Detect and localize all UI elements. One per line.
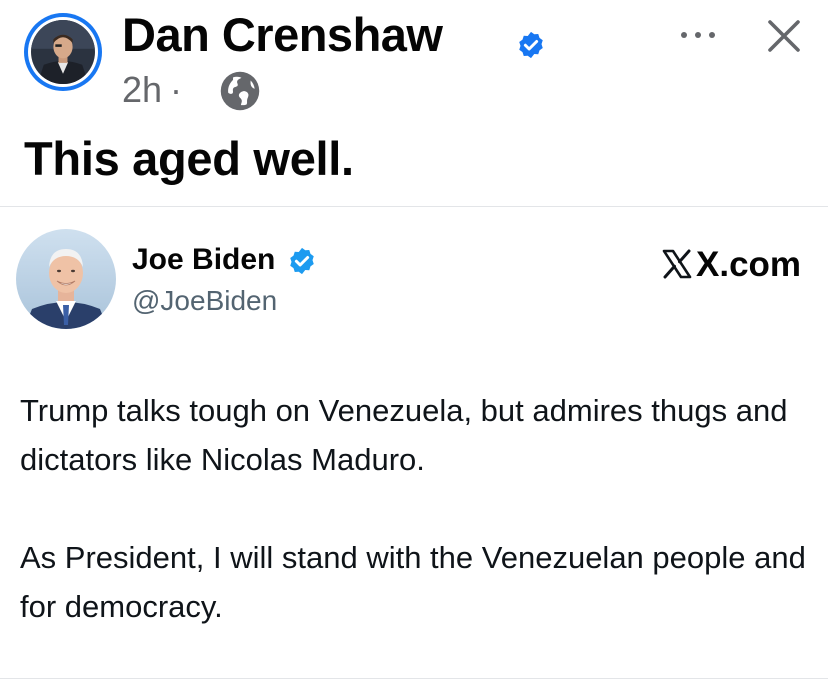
tweet-text-paragraph: As President, I will stand with the Vene… <box>20 540 806 624</box>
tweet-avatar-image <box>16 229 116 329</box>
globe-icon[interactable] <box>218 69 262 113</box>
close-icon[interactable] <box>764 16 804 56</box>
verified-badge-icon <box>519 31 543 59</box>
author-name[interactable]: Dan Crenshaw <box>122 6 443 64</box>
tweet-author-handle[interactable]: @JoeBiden <box>132 284 277 318</box>
tweet-text-paragraph: Trump talks tough on Venezuela, but admi… <box>20 393 788 477</box>
link-preview-divider <box>0 206 828 207</box>
x-logo-icon <box>662 249 692 279</box>
meta-separator: · <box>170 69 183 110</box>
tweet-source-label: X.com <box>696 245 802 284</box>
post-meta: 2h · <box>122 68 190 112</box>
post-time[interactable]: 2h <box>122 69 162 110</box>
post-text: This aged well. <box>24 132 354 185</box>
author-avatar[interactable] <box>24 13 102 91</box>
tweet-verified-badge-icon <box>290 247 314 275</box>
tweet-author-avatar[interactable] <box>16 229 116 329</box>
more-options-icon[interactable] <box>676 24 720 46</box>
tweet-author-name[interactable]: Joe Biden <box>132 242 275 278</box>
post-header: Dan Crenshaw 2h · <box>0 0 828 120</box>
post-bottom-divider <box>0 678 828 679</box>
author-avatar-image <box>31 20 95 84</box>
